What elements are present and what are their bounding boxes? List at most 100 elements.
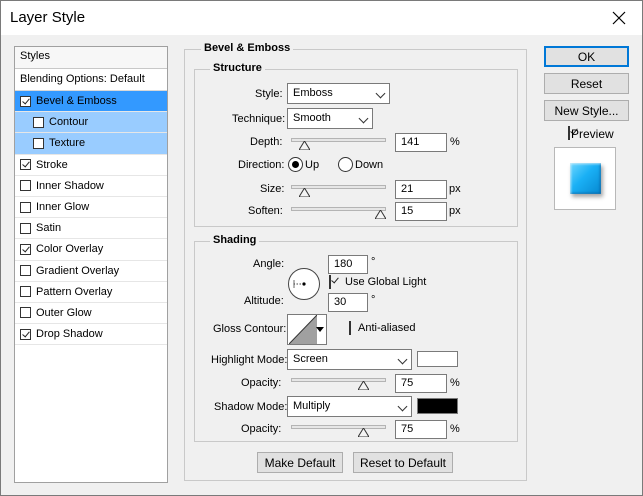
preview-swatch	[570, 163, 601, 194]
style-item-label: Outer Glow	[36, 306, 92, 319]
style-item-outer-glow[interactable]: Outer Glow	[15, 303, 167, 325]
blending-options-item[interactable]: Blending Options: Default	[15, 69, 167, 91]
style-item-contour[interactable]: Contour	[15, 112, 167, 134]
style-item-drop-shadow[interactable]: Drop Shadow	[15, 324, 167, 346]
style-item-label: Gradient Overlay	[36, 264, 120, 277]
global-light-label[interactable]: Use Global Light	[345, 276, 426, 288]
shadow-opacity-label: Opacity:	[241, 423, 282, 435]
shadow-opacity-slider[interactable]	[291, 425, 386, 429]
structure-heading: Structure	[210, 62, 265, 74]
style-select-value: Emboss	[293, 87, 333, 99]
soften-slider[interactable]	[291, 207, 386, 211]
shadow-opacity-unit: %	[450, 423, 460, 435]
shadow-opacity-input[interactable]: 75	[395, 420, 447, 439]
style-item-label: Pattern Overlay	[36, 285, 113, 298]
title-bar: Layer Style	[1, 1, 642, 35]
outer-glow-checkbox[interactable]	[20, 307, 31, 319]
angle-label: Angle:	[253, 258, 285, 270]
highlight-mode-label: Highlight Mode:	[211, 354, 288, 366]
contour-checkbox[interactable]	[33, 116, 44, 128]
reset-to-default-button[interactable]: Reset to Default	[353, 452, 453, 473]
inner-shadow-checkbox[interactable]	[20, 180, 31, 192]
size-label: Size:	[260, 183, 285, 195]
direction-down-label[interactable]: Down	[355, 159, 383, 171]
altitude-input[interactable]: 30	[328, 293, 368, 312]
make-default-button[interactable]: Make Default	[257, 452, 343, 473]
highlight-opacity-slider[interactable]	[291, 378, 386, 382]
technique-select[interactable]: Smooth	[287, 108, 373, 129]
depth-unit: %	[450, 136, 460, 148]
bevel-emboss-heading: Bevel & Emboss	[201, 42, 294, 54]
style-item-label: Drop Shadow	[36, 328, 103, 341]
highlight-mode-value: Screen	[293, 353, 328, 365]
inner-glow-checkbox[interactable]	[20, 201, 31, 213]
style-item-pattern-overlay[interactable]: Pattern Overlay	[15, 282, 167, 303]
technique-label: Technique:	[232, 113, 286, 125]
preview-checkbox[interactable]	[568, 126, 570, 140]
angle-input[interactable]: 180	[328, 255, 368, 274]
style-item-label: Contour	[49, 116, 89, 129]
size-input[interactable]: 21	[395, 180, 447, 199]
drop-shadow-checkbox[interactable]	[20, 328, 31, 340]
gradient-overlay-checkbox[interactable]	[20, 265, 31, 277]
highlight-mode-select[interactable]: Screen	[287, 349, 412, 370]
shadow-opacity-thumb[interactable]	[358, 428, 369, 437]
style-item-texture[interactable]: Texture	[15, 133, 167, 155]
preview-label[interactable]: Preview	[571, 127, 614, 141]
highlight-opacity-label: Opacity:	[241, 377, 282, 389]
satin-checkbox[interactable]	[20, 222, 31, 234]
depth-input[interactable]: 141	[395, 133, 447, 152]
shadow-mode-label: Shadow Mode:	[214, 401, 288, 413]
soften-label: Soften:	[248, 205, 283, 217]
shadow-mode-select[interactable]: Multiply	[287, 396, 412, 417]
style-select[interactable]: Emboss	[287, 83, 390, 104]
window-title: Layer Style	[10, 9, 86, 26]
style-item-label: Color Overlay	[36, 243, 104, 256]
depth-slider-thumb[interactable]	[299, 141, 310, 150]
styles-header[interactable]: Styles	[15, 47, 167, 69]
style-item-inner-shadow[interactable]: Inner Shadow	[15, 176, 167, 197]
direction-label: Direction:	[238, 159, 285, 171]
shadow-color-swatch[interactable]	[417, 398, 458, 414]
contour-preview-icon	[289, 315, 317, 344]
close-button[interactable]	[596, 1, 642, 35]
highlight-opacity-input[interactable]: 75	[395, 374, 447, 393]
chevron-down-icon	[358, 113, 369, 124]
style-item-gradient-overlay[interactable]: Gradient Overlay	[15, 261, 167, 282]
style-item-stroke[interactable]: Stroke	[15, 155, 167, 176]
soften-input[interactable]: 15	[395, 202, 447, 221]
color-overlay-checkbox[interactable]	[20, 243, 31, 255]
anti-aliased-checkbox[interactable]	[349, 321, 351, 335]
style-item-satin[interactable]: Satin	[15, 218, 167, 240]
direction-down-radio[interactable]	[338, 157, 353, 172]
direction-up-radio[interactable]	[288, 157, 303, 172]
style-item-color-overlay[interactable]: Color Overlay	[15, 239, 167, 261]
global-light-checkbox[interactable]	[329, 275, 331, 289]
style-item-inner-glow[interactable]: Inner Glow	[15, 197, 167, 219]
gloss-contour-label: Gloss Contour:	[213, 323, 287, 335]
chevron-down-icon	[397, 354, 408, 365]
shading-heading: Shading	[210, 234, 260, 246]
chevron-down-icon	[375, 88, 386, 99]
soften-slider-thumb[interactable]	[375, 210, 386, 219]
style-item-bevel-emboss[interactable]: Bevel & Emboss	[15, 91, 167, 113]
anti-aliased-label[interactable]: Anti-aliased	[358, 322, 415, 334]
pattern-overlay-checkbox[interactable]	[20, 286, 31, 298]
style-preview	[554, 147, 616, 210]
gloss-contour-picker[interactable]	[287, 314, 327, 345]
new-style-button[interactable]: New Style...	[544, 100, 629, 121]
styles-list: Styles Blending Options: Default Bevel &…	[14, 46, 168, 483]
style-item-label: Texture	[49, 137, 86, 150]
angle-dial[interactable]	[287, 267, 321, 301]
highlight-color-swatch[interactable]	[417, 351, 458, 367]
style-label: Style:	[255, 88, 283, 100]
texture-checkbox[interactable]	[33, 137, 44, 149]
reset-button[interactable]: Reset	[544, 73, 629, 94]
direction-up-label[interactable]: Up	[305, 159, 319, 171]
bevel-emboss-checkbox[interactable]	[20, 95, 31, 107]
highlight-opacity-thumb[interactable]	[358, 381, 369, 390]
size-slider-thumb[interactable]	[299, 188, 310, 197]
ok-button[interactable]: OK	[544, 46, 629, 67]
stroke-checkbox[interactable]	[20, 159, 31, 171]
angle-unit: °	[371, 256, 376, 268]
